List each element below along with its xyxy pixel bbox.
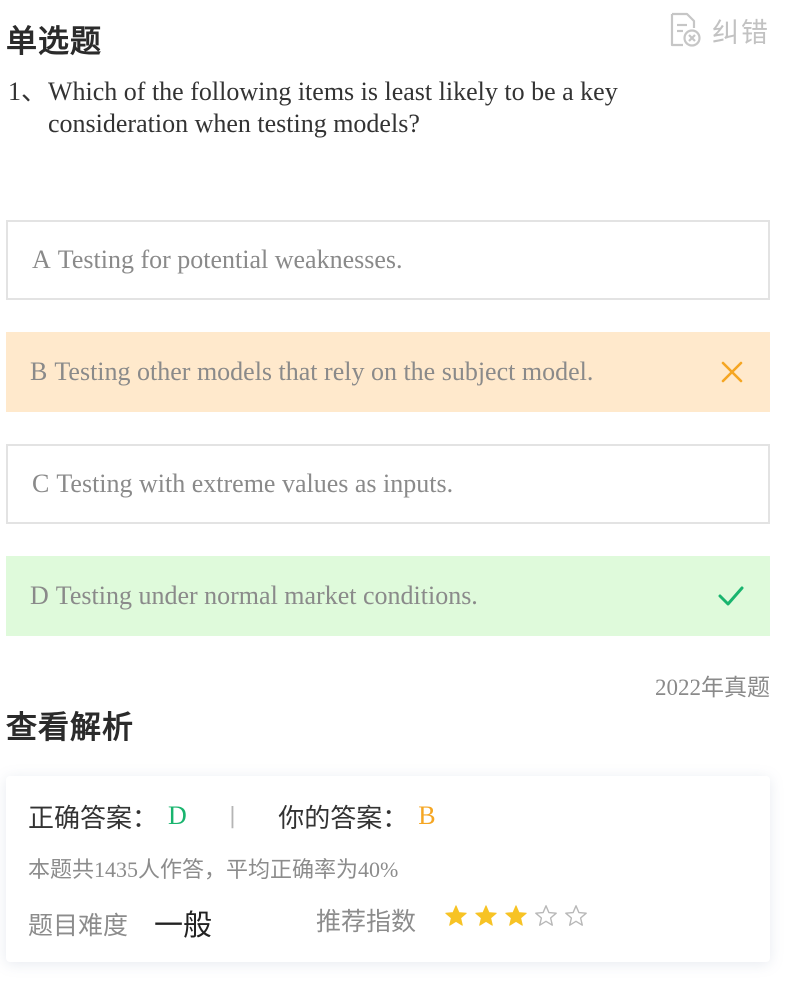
star-filled-icon <box>445 905 467 926</box>
question-number: 1、 <box>8 77 48 106</box>
option-text: Testing with extreme values as inputs. <box>56 469 454 498</box>
option-text: Testing other models that rely on the su… <box>54 357 594 386</box>
option-letter: D <box>30 581 49 610</box>
option-b[interactable]: B Testing other models that rely on the … <box>6 332 770 412</box>
report-error-label: 纠错 <box>712 17 770 49</box>
question-source: 2022年真题 <box>655 675 770 700</box>
header: 单选题 纠错 <box>6 12 770 60</box>
your-answer-value: B <box>418 801 436 830</box>
option-c[interactable]: C Testing with extreme values as inputs. <box>6 444 770 524</box>
option-letter: B <box>30 357 48 386</box>
answer-separator: | <box>228 803 237 829</box>
correct-answer-value: D <box>168 801 187 830</box>
report-document-icon <box>668 12 702 48</box>
difficulty-row: 题目难度 一般 推荐指数 <box>28 900 748 942</box>
option-d[interactable]: D Testing under normal market conditions… <box>6 556 770 636</box>
option-letter: A <box>32 245 51 274</box>
correct-answer-label: 正确答案： <box>28 803 159 834</box>
cross-icon <box>720 360 744 384</box>
report-error-button[interactable]: 纠错 <box>668 12 770 49</box>
check-icon <box>718 585 744 607</box>
star-empty-icon <box>565 905 587 926</box>
question-text: Which of the following items is least li… <box>48 77 618 138</box>
star-filled-icon <box>505 905 527 926</box>
option-text: Testing under normal market conditions. <box>55 581 478 610</box>
star-empty-icon <box>535 905 557 926</box>
analysis-title: 查看解析 <box>6 710 134 746</box>
star-filled-icon <box>475 905 497 926</box>
question-type-title: 单选题 <box>6 24 102 60</box>
your-answer-label: 你的答案： <box>278 803 409 834</box>
recommend-rating <box>444 904 588 928</box>
answer-statistics: 本题共1435人作答，平均正确率为40% <box>28 857 399 882</box>
option-a[interactable]: A Testing for potential weaknesses. <box>6 220 770 300</box>
answer-row: 正确答案： D | 你的答案： B <box>28 798 436 834</box>
option-text: Testing for potential weaknesses. <box>57 245 403 274</box>
difficulty-label: 题目难度 <box>28 911 129 940</box>
question-stem: 1、 Which of the following items is least… <box>8 76 708 140</box>
analysis-card: 正确答案： D | 你的答案： B 本题共1435人作答，平均正确率为40% 题… <box>6 776 770 962</box>
recommend-label: 推荐指数 <box>316 907 417 936</box>
option-letter: C <box>32 469 50 498</box>
difficulty-value: 一般 <box>154 908 213 942</box>
